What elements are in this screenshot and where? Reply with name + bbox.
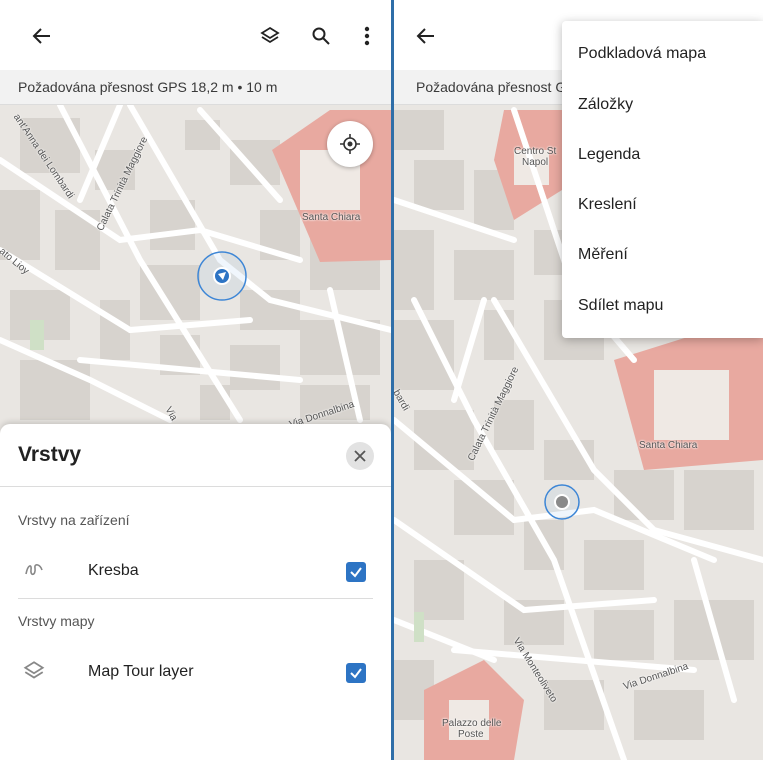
arrow-left-icon bbox=[416, 28, 434, 44]
divider bbox=[0, 486, 391, 487]
arrow-left-icon bbox=[32, 28, 50, 44]
place-label: Santa Chiara bbox=[302, 212, 361, 223]
gps-accuracy-bar: Požadována přesnost GPS 18,2 m • 10 m bbox=[0, 70, 391, 105]
search-icon bbox=[312, 27, 330, 45]
checkbox-checked-icon bbox=[350, 668, 362, 679]
checkbox-map-tour[interactable] bbox=[346, 663, 366, 683]
divider bbox=[18, 598, 373, 599]
place-label: Centro St bbox=[514, 146, 557, 157]
section-device-layers: Vrstvy na zařízení bbox=[18, 512, 130, 528]
close-button[interactable] bbox=[346, 442, 374, 470]
top-app-bar bbox=[0, 0, 391, 70]
map-screen-left: ant'Anna dei Lombardi Calata Trinità Mag… bbox=[0, 0, 391, 760]
menu-item-share-map[interactable]: Sdílet mapu bbox=[578, 297, 663, 315]
menu-item-legend[interactable]: Legenda bbox=[578, 146, 640, 164]
close-icon bbox=[354, 450, 366, 462]
map-screen-right: Centro St Napol Calata Trinità Maggiore … bbox=[394, 0, 763, 760]
overflow-menu: Podkladová mapa Záložky Legenda Kreslení… bbox=[562, 21, 763, 338]
sheet-title: Vrstvy bbox=[18, 443, 82, 466]
squiggle-icon bbox=[25, 564, 43, 576]
place-label: Santa Chiara bbox=[639, 440, 698, 451]
layers-sheet: Vrstvy Vrstvy na zařízení Kresba Vrstvy … bbox=[0, 424, 391, 760]
menu-item-basemap[interactable]: Podkladová mapa bbox=[578, 45, 706, 63]
gps-locate-button[interactable] bbox=[327, 121, 373, 167]
section-map-layers: Vrstvy mapy bbox=[18, 613, 95, 629]
back-button[interactable] bbox=[412, 22, 440, 50]
layers-button[interactable] bbox=[256, 22, 284, 50]
menu-item-drawing[interactable]: Kreslení bbox=[578, 196, 637, 214]
place-label: Palazzo delle bbox=[442, 718, 502, 729]
back-button[interactable] bbox=[28, 22, 56, 50]
layers-icon bbox=[23, 661, 45, 679]
more-vert-icon bbox=[364, 26, 370, 46]
layer-name-map-tour: Map Tour layer bbox=[88, 663, 194, 680]
layers-icon bbox=[260, 26, 280, 44]
search-button[interactable] bbox=[307, 22, 335, 50]
menu-item-bookmarks[interactable]: Záložky bbox=[578, 96, 633, 114]
checkbox-drawing[interactable] bbox=[346, 562, 366, 582]
location-marker bbox=[544, 484, 580, 520]
place-label: Poste bbox=[458, 729, 484, 740]
more-options-button[interactable] bbox=[353, 22, 381, 50]
layer-name-drawing: Kresba bbox=[88, 562, 139, 579]
location-marker bbox=[197, 251, 247, 301]
place-label: Napol bbox=[522, 157, 549, 168]
menu-item-measure[interactable]: Měření bbox=[578, 246, 628, 264]
checkbox-checked-icon bbox=[350, 567, 362, 578]
gps-locate-icon bbox=[340, 134, 360, 154]
